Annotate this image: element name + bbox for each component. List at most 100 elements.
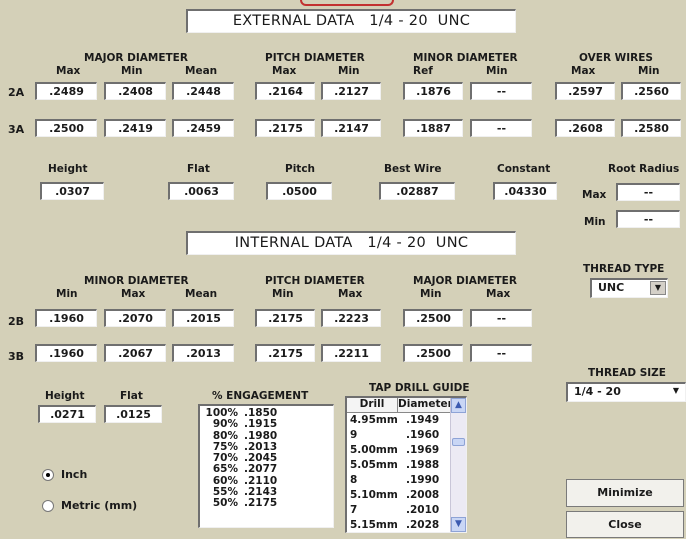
int-pitch-diameter-header: PITCH DIAMETER [265,275,365,287]
ext-2a-wires-min[interactable]: .2560 [621,82,681,100]
engagement-label: % ENGAGEMENT [212,390,309,402]
table-row[interactable]: 5.15mm .2028 [347,518,466,532]
ext-2a-minor-min[interactable]: -- [470,82,532,100]
ext-3a-major-mean[interactable]: .2459 [172,119,234,137]
ext-major-max-label: Max [56,65,81,77]
ext-constant-label: Constant [497,163,551,175]
table-row[interactable]: 9.1960 [347,428,466,443]
chevron-down-icon[interactable]: ▼ [668,385,684,399]
thread-type-select[interactable]: UNC ▼ [590,278,668,298]
engagement-list[interactable]: 100% .1850 90% .1915 80% .1980 75% .2013 70%… [198,404,334,528]
ext-pitch-diameter-header: PITCH DIAMETER [265,52,365,64]
ext-flat-label: Flat [187,163,210,175]
tap-drill-col-drill[interactable]: Drill [347,398,398,412]
int-height-value[interactable]: .0271 [38,405,96,423]
ext-2a-major-max[interactable]: .2489 [35,82,97,100]
int-pitch-max-label: Max [338,288,363,300]
table-row[interactable]: 5.00mm .1969 [347,443,466,458]
ext-best-wire-label: Best Wire [384,163,442,175]
ext-constant-value[interactable]: .04330 [493,182,557,200]
int-3b-minor-min[interactable]: .1960 [35,344,97,362]
thread-size-label: THREAD SIZE [588,367,666,379]
int-flat-label: Flat [120,390,143,402]
inch-radio[interactable]: Inch [42,468,87,481]
int-minor-min-label: Min [56,288,78,300]
chevron-down-icon[interactable]: ▼ [650,281,666,295]
thread-size-value: 1/4 - 20 [574,385,621,398]
ext-3a-minor-ref[interactable]: .1887 [403,119,463,137]
minimize-button[interactable]: Minimize [566,479,684,507]
int-flat-value[interactable]: .0125 [104,405,162,423]
radio-selected-icon[interactable] [42,468,54,481]
ext-minor-min-label: Min [486,65,508,77]
ext-2a-major-mean[interactable]: .2448 [172,82,234,100]
root-radius-max-label: Max [582,189,607,201]
table-row[interactable]: 7.2010 [347,503,466,518]
int-2b-pitch-max[interactable]: .2223 [321,309,381,327]
ext-over-wires-header: OVER WIRES [579,52,653,64]
table-row[interactable]: 5.10mm .2008 [347,488,466,503]
int-2b-minor-min[interactable]: .1960 [35,309,97,327]
root-radius-min-value[interactable]: -- [616,210,680,228]
metric-radio-label: Metric (mm) [61,499,138,512]
ext-3a-major-max[interactable]: .2500 [35,119,97,137]
ext-3a-major-min[interactable]: .2419 [104,119,166,137]
int-2b-pitch-min[interactable]: .2175 [255,309,315,327]
ext-minor-diameter-header: MINOR DIAMETER [413,52,518,64]
ext-3a-wires-min[interactable]: .2580 [621,119,681,137]
ext-3a-pitch-max[interactable]: .2175 [255,119,315,137]
ext-2a-wires-max[interactable]: .2597 [555,82,615,100]
tap-drill-col-diameter[interactable]: Diameter [398,398,453,412]
list-item[interactable]: 90% .1915 [200,418,333,430]
int-3b-pitch-max[interactable]: .2211 [321,344,381,362]
thread-type-label: THREAD TYPE [583,263,665,275]
int-2b-major-max[interactable]: -- [470,309,532,327]
close-button[interactable]: Close [566,511,684,538]
ext-pitch-value[interactable]: .0500 [266,182,332,200]
thread-size-select[interactable]: 1/4 - 20 ▼ [566,382,686,402]
thread-type-value: UNC [598,281,625,294]
table-row[interactable]: 5.05mm .1988 [347,458,466,473]
ext-flat-value[interactable]: .0063 [168,182,234,200]
table-row[interactable]: 4.95mm .1949 [347,413,466,428]
scroll-up-icon[interactable]: ▲ [451,398,466,413]
ext-wires-max-label: Max [571,65,596,77]
int-2b-minor-mean[interactable]: .2015 [172,309,234,327]
ext-best-wire-value[interactable]: .02887 [379,182,455,200]
int-3b-pitch-min[interactable]: .2175 [255,344,315,362]
ext-2a-pitch-max[interactable]: .2164 [255,82,315,100]
ext-2a-major-min[interactable]: .2408 [104,82,166,100]
int-major-diameter-header: MAJOR DIAMETER [413,275,517,287]
row-label-2b: 2B [8,315,25,328]
ext-3a-minor-min[interactable]: -- [470,119,532,137]
int-pitch-min-label: Min [272,288,294,300]
ext-2a-minor-ref[interactable]: .1876 [403,82,463,100]
list-item[interactable]: 50% .2175 [200,498,333,510]
int-3b-major-max[interactable]: -- [470,344,532,362]
inch-radio-label: Inch [61,468,88,481]
radio-unselected-icon[interactable] [42,499,54,512]
scroll-down-icon[interactable]: ▼ [451,517,466,532]
row-label-3b: 3B [8,350,25,363]
int-2b-major-min[interactable]: .2500 [403,309,463,327]
scroll-thumb[interactable] [452,438,465,446]
int-major-min-label: Min [420,288,442,300]
int-3b-minor-mean[interactable]: .2013 [172,344,234,362]
root-radius-label: Root Radius [608,163,680,175]
int-3b-major-min[interactable]: .2500 [403,344,463,362]
metric-radio[interactable]: Metric (mm) [42,499,137,512]
external-data-title: EXTERNAL DATA 1/4 - 20 UNC [186,9,516,33]
internal-data-title: INTERNAL DATA 1/4 - 20 UNC [186,231,516,255]
ext-height-value[interactable]: .0307 [40,182,104,200]
table-row[interactable]: 8.1990 [347,473,466,488]
tap-drill-list[interactable]: Drill Diameter 4.95mm .1949 9.1960 5.00mm… [345,396,467,533]
tap-drill-scrollbar[interactable]: ▲ ▼ [450,398,466,532]
ext-3a-pitch-min[interactable]: .2147 [321,119,381,137]
top-accent-line [300,0,394,6]
int-2b-minor-max[interactable]: .2070 [104,309,166,327]
int-3b-minor-max[interactable]: .2067 [104,344,166,362]
ext-3a-wires-max[interactable]: .2608 [555,119,615,137]
ext-2a-pitch-min[interactable]: .2127 [321,82,381,100]
root-radius-max-value[interactable]: -- [616,183,680,201]
ext-major-min-label: Min [121,65,143,77]
